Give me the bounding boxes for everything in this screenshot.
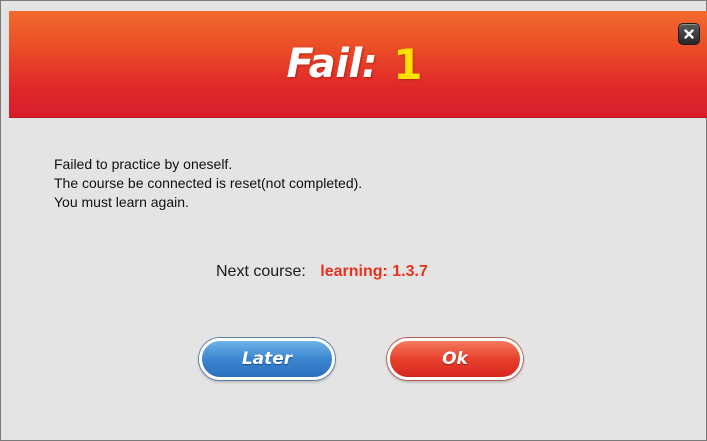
next-course-value: learning: 1.3.7 <box>320 263 428 280</box>
later-button[interactable]: Later <box>199 338 335 380</box>
message-line: Failed to practice by oneself. <box>54 156 233 172</box>
next-course-row: Next course: learning: 1.3.7 <box>216 263 428 281</box>
close-icon <box>684 29 694 39</box>
message-line: You must learn again. <box>54 194 189 210</box>
dialog-title: Fail: 1 <box>5 11 704 117</box>
fail-dialog: Fail: 1 Failed to practice by oneself. T… <box>0 0 707 441</box>
ok-button[interactable]: Ok <box>387 338 523 380</box>
next-course-label: Next course: <box>216 263 306 280</box>
ok-button-label: Ok <box>442 349 468 369</box>
title-label: Fail: <box>286 41 378 87</box>
message-line: The course be connected is reset(not com… <box>54 175 363 191</box>
dialog-header: Fail: 1 <box>9 11 707 118</box>
later-button-label: Later <box>241 349 293 369</box>
close-button[interactable] <box>678 23 700 45</box>
message-text: Failed to practice by oneself. The cours… <box>54 155 362 212</box>
fail-count: 1 <box>393 39 423 89</box>
